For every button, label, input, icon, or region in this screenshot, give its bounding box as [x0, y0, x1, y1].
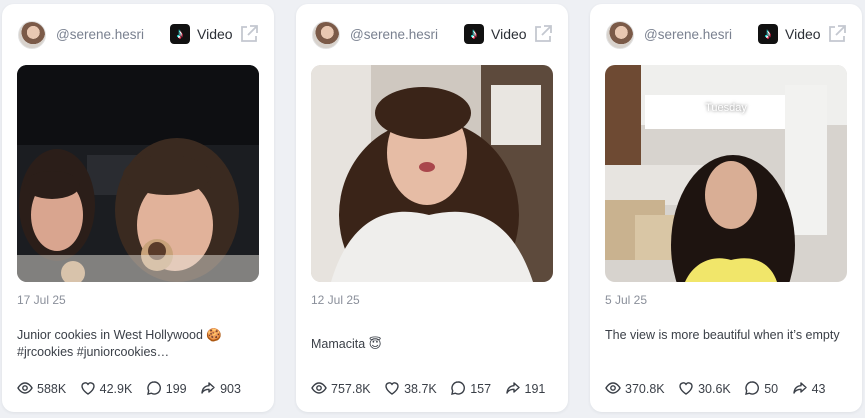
shares-stat: 903	[200, 380, 241, 396]
avatar[interactable]	[312, 21, 340, 49]
comment-icon	[745, 381, 760, 395]
post-header: @serene.hesri ♪ Video	[18, 20, 258, 50]
views-count: 370.8K	[625, 381, 665, 396]
avatar[interactable]	[606, 21, 634, 49]
video-overlay-text: Tuesday	[705, 102, 747, 114]
post-card[interactable]: @serene.hesri ♪ Video 12 Jul 25 Mamacita…	[296, 4, 568, 412]
video-thumbnail[interactable]	[17, 65, 259, 282]
tiktok-icon: ♪	[758, 24, 778, 44]
comments-count: 157	[470, 381, 492, 396]
post-caption: The view is more beautiful when it’s emp…	[605, 328, 840, 342]
views-stat: 370.8K	[605, 380, 665, 396]
share-icon	[201, 382, 215, 394]
heart-icon	[385, 381, 399, 395]
external-link-icon[interactable]	[826, 23, 848, 45]
likes-stat: 30.6K	[678, 380, 731, 396]
comment-icon	[451, 381, 466, 395]
share-icon	[505, 382, 520, 394]
views-count: 757.8K	[331, 381, 371, 396]
tiktok-icon: ♪	[464, 24, 484, 44]
post-stats: 370.8K 30.6K 50 43	[605, 379, 834, 397]
shares-count: 903	[220, 381, 241, 396]
post-date: 5 Jul 25	[605, 293, 648, 307]
avatar[interactable]	[18, 21, 46, 49]
post-date: 12 Jul 25	[311, 293, 360, 307]
video-thumbnail[interactable]	[311, 65, 553, 282]
share-icon	[792, 382, 807, 394]
post-stats: 757.8K 38.7K 157 191	[311, 379, 554, 397]
post-header: @serene.hesri ♪ Video	[606, 20, 846, 50]
username[interactable]: @serene.hesri	[56, 27, 144, 42]
external-link-icon[interactable]	[532, 23, 554, 45]
eye-icon	[605, 382, 621, 394]
post-stats: 588K 42.9K 199 903	[17, 379, 250, 397]
comments-stat: 50	[744, 380, 778, 396]
likes-stat: 42.9K	[80, 380, 133, 396]
post-type-label: Video	[197, 26, 233, 42]
likes-count: 30.6K	[698, 381, 731, 396]
username[interactable]: @serene.hesri	[644, 27, 732, 42]
shares-count: 191	[524, 381, 546, 396]
post-caption: Junior cookies in West Hollywood 🍪 #jrco…	[17, 328, 222, 359]
views-stat: 757.8K	[311, 380, 371, 396]
likes-stat: 38.7K	[384, 380, 437, 396]
views-count: 588K	[37, 381, 67, 396]
post-caption: Mamacita 😇	[311, 337, 382, 351]
shares-count: 43	[811, 381, 826, 396]
post-header: @serene.hesri ♪ Video	[312, 20, 552, 50]
eye-icon	[17, 382, 33, 394]
shares-stat: 43	[792, 380, 826, 396]
comments-count: 199	[165, 381, 187, 396]
likes-count: 42.9K	[99, 381, 133, 396]
views-stat: 588K	[17, 380, 66, 396]
heart-icon	[679, 381, 693, 395]
eye-icon	[311, 382, 327, 394]
post-type-label: Video	[785, 26, 821, 42]
post-card[interactable]: @serene.hesri ♪ Video Tuesday 5 Jul 25 T…	[590, 4, 862, 412]
comments-stat: 157	[450, 380, 491, 396]
heart-icon	[80, 381, 95, 395]
comment-icon	[146, 381, 161, 395]
video-thumbnail[interactable]: Tuesday	[605, 65, 847, 282]
comments-stat: 199	[146, 380, 187, 396]
post-card[interactable]: @serene.hesri ♪ Video 17 Jul 25 Junior c…	[2, 4, 274, 412]
external-link-icon[interactable]	[238, 23, 260, 45]
likes-count: 38.7K	[404, 381, 437, 396]
tiktok-icon: ♪	[170, 24, 190, 44]
shares-stat: 191	[505, 380, 546, 396]
post-date: 17 Jul 25	[17, 293, 66, 307]
comments-count: 50	[764, 381, 779, 396]
username[interactable]: @serene.hesri	[350, 27, 438, 42]
post-type-label: Video	[491, 26, 527, 42]
